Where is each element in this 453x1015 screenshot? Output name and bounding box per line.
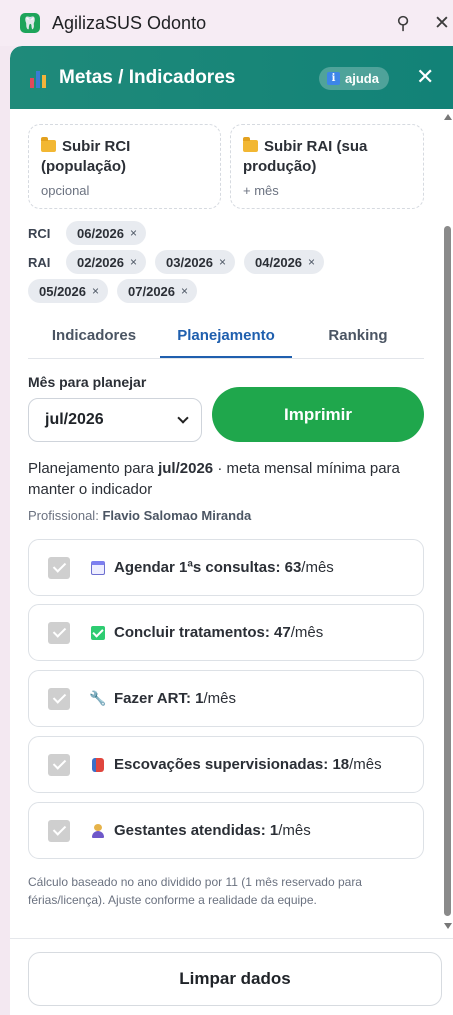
metas-panel: Metas / Indicadores i ajuda ✕ Subir RCI …: [10, 46, 453, 1015]
panel-header: Metas / Indicadores i ajuda ✕: [10, 46, 453, 109]
goal-checkbox[interactable]: [48, 621, 70, 644]
goal-item: Concluir tratamentos: 47/mês: [28, 604, 424, 661]
folder-icon: [243, 137, 258, 152]
month-label: Mês para planejar: [28, 374, 147, 390]
app-tooth-icon: 🦷: [20, 13, 40, 33]
chevron-down-icon: [177, 412, 189, 424]
unpin-icon[interactable]: ⚲: [390, 10, 416, 36]
close-panel-button[interactable]: ✕: [416, 64, 434, 90]
scrollbar[interactable]: [442, 109, 453, 938]
rci-tag-row: RCI 06/2026 ×: [28, 221, 155, 245]
plan-month: jul/2026: [158, 460, 214, 477]
info-icon: i: [327, 72, 340, 85]
rai-tag-row: RAI 02/2026 × 03/2026 × 04/2026 ×: [28, 250, 333, 274]
goal-checkbox[interactable]: [48, 753, 70, 776]
remove-icon[interactable]: ×: [92, 284, 99, 298]
remove-icon[interactable]: ×: [130, 226, 137, 240]
plan-description: Planejamento para jul/2026 · meta mensal…: [28, 460, 400, 498]
window-titlebar: 🦷 AgilizaSUS Odonto ⚲ ✕: [0, 0, 453, 46]
help-button[interactable]: i ajuda: [319, 67, 389, 90]
tab-bar: Indicadores Planejamento Ranking: [28, 312, 424, 359]
window-title: AgilizaSUS Odonto: [52, 12, 207, 33]
upload-rai-subtitle: + mês: [243, 183, 279, 198]
rai-chip[interactable]: 07/2026 ×: [117, 279, 198, 303]
scroll-up-icon[interactable]: [444, 114, 452, 120]
goal-checkbox[interactable]: [48, 687, 70, 710]
bar-chart-icon: [30, 68, 50, 88]
rai-chip[interactable]: 04/2026 ×: [244, 250, 325, 274]
rai-chip[interactable]: 02/2026 ×: [66, 250, 147, 274]
goal-checkbox[interactable]: [48, 819, 70, 842]
tab-indicadores[interactable]: Indicadores: [28, 312, 160, 358]
professional-name: Flavio Salomao Miranda: [102, 508, 252, 523]
remove-icon[interactable]: ×: [308, 255, 315, 269]
goal-item: Escovações supervisionadas: 18/mês: [28, 736, 424, 793]
toothbrush-icon: [90, 757, 106, 773]
upload-rci-card[interactable]: Subir RCI (população) opcional: [28, 124, 221, 209]
folder-icon: [41, 137, 56, 152]
remove-icon[interactable]: ×: [181, 284, 188, 298]
professional-line: Profissional: Flavio Salomao Miranda: [28, 508, 252, 523]
clear-data-button[interactable]: Limpar dados: [28, 952, 442, 1006]
remove-icon[interactable]: ×: [219, 255, 226, 269]
wrench-icon: 🔧: [89, 690, 107, 706]
rci-label: RCI: [28, 225, 51, 241]
pregnant-person-icon: [90, 823, 106, 839]
tab-planejamento[interactable]: Planejamento: [160, 312, 292, 358]
check-icon: [90, 625, 106, 641]
footnote: Cálculo baseado no ano dividido por 11 (…: [28, 875, 362, 907]
rai-tag-row-2: 05/2026 × 07/2026 ×: [28, 279, 206, 303]
calendar-icon: [90, 560, 106, 576]
rai-label: RAI: [28, 254, 51, 270]
goal-item: Agendar 1ªs consultas: 63/mês: [28, 539, 424, 596]
scrollbar-thumb[interactable]: [444, 226, 451, 916]
goal-item: 🔧 Fazer ART: 1/mês: [28, 670, 424, 727]
rci-chip[interactable]: 06/2026 ×: [66, 221, 147, 245]
upload-rai-card[interactable]: Subir RAI (sua produção) + mês: [230, 124, 424, 209]
close-window-button[interactable]: ✕: [429, 10, 453, 36]
goal-checkbox[interactable]: [48, 556, 70, 579]
tab-ranking[interactable]: Ranking: [292, 312, 424, 358]
goal-item: Gestantes atendidas: 1/mês: [28, 802, 424, 859]
help-label: ajuda: [345, 71, 379, 86]
remove-icon[interactable]: ×: [130, 255, 137, 269]
print-button[interactable]: Imprimir: [212, 387, 424, 442]
panel-title: Metas / Indicadores: [59, 66, 236, 88]
rai-chip[interactable]: 05/2026 ×: [28, 279, 109, 303]
month-select[interactable]: jul/2026: [28, 398, 202, 442]
rai-chip[interactable]: 03/2026 ×: [155, 250, 236, 274]
upload-rci-subtitle: opcional: [41, 183, 90, 198]
scroll-down-icon[interactable]: [444, 923, 452, 929]
upload-rai-title: Subir RAI (sua produção): [243, 138, 368, 175]
month-select-value: jul/2026: [45, 411, 104, 428]
footer-divider: [10, 938, 453, 939]
